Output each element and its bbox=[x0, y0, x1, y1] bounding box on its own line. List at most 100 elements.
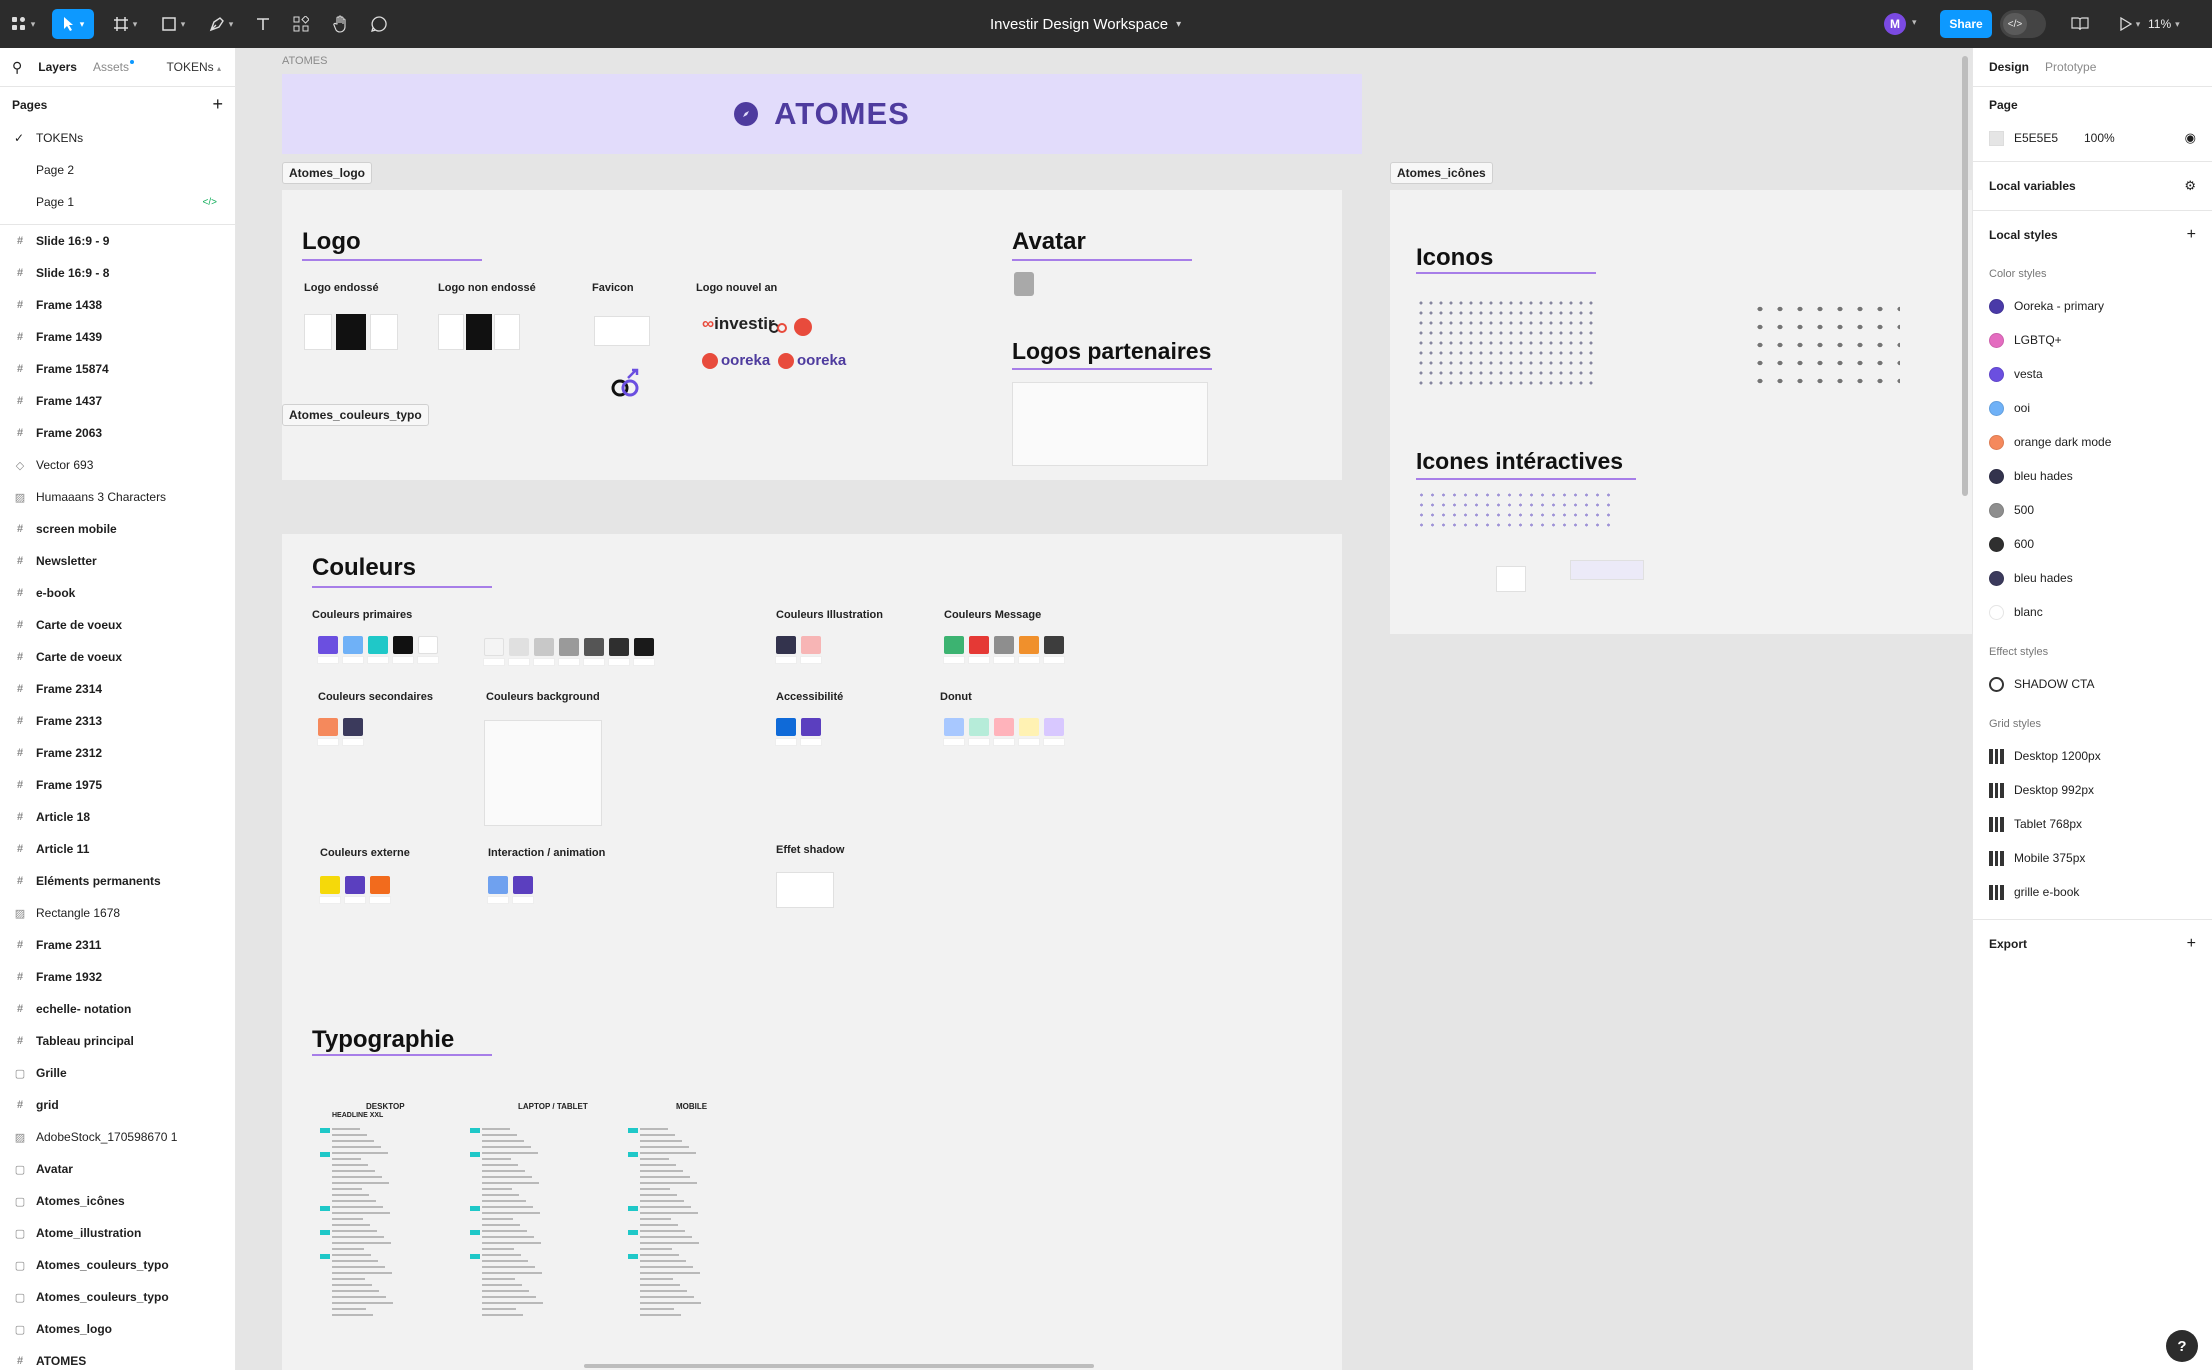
color-style-item[interactable]: ooi bbox=[1973, 391, 2212, 425]
sliders-icon[interactable]: ⚙ bbox=[2184, 178, 2196, 194]
eye-icon[interactable]: ◉ bbox=[2185, 130, 2196, 146]
icones-frame[interactable]: Iconos Icones intéractives bbox=[1390, 190, 1972, 634]
page-opacity-value[interactable]: 100% bbox=[2084, 131, 2115, 145]
layer-item[interactable]: # Eléments permanents bbox=[0, 865, 235, 897]
layer-item[interactable]: ▢ Atomes_logo bbox=[0, 1313, 235, 1345]
comment-icon[interactable] bbox=[366, 9, 392, 39]
share-button[interactable]: Share bbox=[1940, 10, 1992, 38]
layer-item[interactable]: # screen mobile bbox=[0, 513, 235, 545]
effect-style-item[interactable]: SHADOW CTA bbox=[1973, 667, 2212, 701]
layer-item[interactable]: ▢ Atomes_couleurs_typo bbox=[0, 1249, 235, 1281]
page-item-page-1[interactable]: Page 1 </> bbox=[0, 186, 235, 218]
color-style-item[interactable]: Ooreka - primary bbox=[1973, 289, 2212, 323]
color-style-item[interactable]: blanc bbox=[1973, 595, 2212, 629]
layer-item[interactable]: ▢ Atomes_couleurs_typo bbox=[0, 1281, 235, 1313]
layer-item[interactable]: # Frame 1438 bbox=[0, 289, 235, 321]
atomes-banner[interactable]: ATOMES bbox=[282, 74, 1362, 154]
grid-style-item[interactable]: Desktop 1200px bbox=[1973, 739, 2212, 773]
layer-item[interactable]: # Article 11 bbox=[0, 833, 235, 865]
layer-item[interactable]: # Slide 16:9 - 9 bbox=[0, 225, 235, 257]
frame-tag-icones[interactable]: Atomes_icônes bbox=[1390, 162, 1493, 184]
color-style-item[interactable]: 600 bbox=[1973, 527, 2212, 561]
file-title[interactable]: Investir Design Workspace ▾ bbox=[990, 0, 1181, 48]
color-style-item[interactable]: bleu hades bbox=[1973, 459, 2212, 493]
layer-item[interactable]: # Tableau principal bbox=[0, 1025, 235, 1057]
layer-item[interactable]: # Slide 16:9 - 8 bbox=[0, 257, 235, 289]
grid-style-item[interactable]: Desktop 992px bbox=[1973, 773, 2212, 807]
layer-item[interactable]: # Frame 2063 bbox=[0, 417, 235, 449]
dev-mode-toggle[interactable]: </> bbox=[2000, 10, 2046, 38]
grid-style-item[interactable]: Mobile 375px bbox=[1973, 841, 2212, 875]
add-style-icon[interactable]: + bbox=[2187, 226, 2196, 244]
move-tool-icon[interactable]: ▾ bbox=[52, 9, 94, 39]
export-section[interactable]: Export + bbox=[1973, 919, 2212, 968]
tab-prototype[interactable]: Prototype bbox=[2045, 60, 2096, 74]
help-button[interactable]: ? bbox=[2166, 1330, 2198, 1362]
layer-item[interactable]: # Newsletter bbox=[0, 545, 235, 577]
user-avatar[interactable]: M bbox=[1884, 13, 1906, 35]
frame-tool-icon[interactable]: ▾ bbox=[106, 9, 144, 39]
couleurs-frame[interactable]: Couleurs Couleurs primaires Couleurs Ill… bbox=[282, 534, 1342, 1370]
layer-item[interactable]: # Frame 2314 bbox=[0, 673, 235, 705]
layer-item[interactable]: ▢ Avatar bbox=[0, 1153, 235, 1185]
layer-item[interactable]: # Article 18 bbox=[0, 801, 235, 833]
layer-item[interactable]: # Frame 15874 bbox=[0, 353, 235, 385]
layer-item[interactable]: ▢ Atome_illustration bbox=[0, 1217, 235, 1249]
search-icon[interactable]: ⚲ bbox=[12, 59, 22, 76]
layer-item[interactable]: # Carte de voeux bbox=[0, 641, 235, 673]
hand-tool-icon[interactable] bbox=[328, 9, 354, 39]
page-item-page-2[interactable]: Page 2 bbox=[0, 154, 235, 186]
zoom-control[interactable]: 11% ▾ bbox=[2148, 0, 2180, 48]
section-label[interactable]: ATOMES bbox=[282, 55, 327, 67]
local-variables-row[interactable]: Local variables ⚙ bbox=[1973, 162, 2212, 210]
tab-assets[interactable]: Assets bbox=[93, 60, 134, 74]
page-selector[interactable]: TOKENs ▴ bbox=[167, 60, 221, 74]
layer-item[interactable]: # Frame 1437 bbox=[0, 385, 235, 417]
local-variables-section[interactable]: Local variables ⚙ bbox=[1973, 161, 2212, 210]
page-color-swatch[interactable] bbox=[1989, 130, 2004, 146]
grid-style-item[interactable]: Tablet 768px bbox=[1973, 807, 2212, 841]
layer-item[interactable]: # Frame 1439 bbox=[0, 321, 235, 353]
layer-item[interactable]: ▨ AdobeStock_170598670 1 bbox=[0, 1121, 235, 1153]
layer-item[interactable]: # Frame 1932 bbox=[0, 961, 235, 993]
frame-tag-logo[interactable]: Atomes_logo bbox=[282, 162, 373, 184]
layer-item[interactable]: # Frame 2311 bbox=[0, 929, 235, 961]
resources-icon[interactable] bbox=[288, 9, 314, 39]
layer-item[interactable]: # Frame 2313 bbox=[0, 705, 235, 737]
page-item-tokens[interactable]: ✓ TOKENs bbox=[0, 122, 235, 154]
add-page-icon[interactable]: + bbox=[212, 94, 223, 115]
color-style-item[interactable]: 500 bbox=[1973, 493, 2212, 527]
export-header[interactable]: Export + bbox=[1973, 920, 2212, 968]
present-icon[interactable]: ▾ bbox=[2114, 9, 2146, 39]
layer-item[interactable]: # e-book bbox=[0, 577, 235, 609]
layer-item[interactable]: ▢ Atomes_icônes bbox=[0, 1185, 235, 1217]
layer-item[interactable]: # Carte de voeux bbox=[0, 609, 235, 641]
layer-item[interactable]: ▨ Humaaans 3 Characters bbox=[0, 481, 235, 513]
color-style-item[interactable]: bleu hades bbox=[1973, 561, 2212, 595]
color-style-item[interactable]: orange dark mode bbox=[1973, 425, 2212, 459]
color-style-item[interactable]: vesta bbox=[1973, 357, 2212, 391]
layer-item[interactable]: # grid bbox=[0, 1089, 235, 1121]
layer-item[interactable]: # ATOMES bbox=[0, 1345, 235, 1370]
main-menu-icon[interactable]: ▾ bbox=[8, 9, 38, 39]
canvas[interactable]: ATOMES ATOMES Atomes_logo Logo Logo endo… bbox=[236, 48, 1972, 1370]
shape-tool-icon[interactable]: ▾ bbox=[154, 9, 192, 39]
text-tool-icon[interactable] bbox=[250, 9, 276, 39]
chevron-down-icon[interactable]: ▾ bbox=[1912, 17, 1917, 28]
grid-style-item[interactable]: grille e-book bbox=[1973, 875, 2212, 909]
layer-item[interactable]: ▢ Grille bbox=[0, 1057, 235, 1089]
logo-frame[interactable]: Logo Logo endossé Logo non endossé Favic… bbox=[282, 190, 1342, 480]
add-export-icon[interactable]: + bbox=[2187, 935, 2196, 953]
library-icon[interactable] bbox=[2066, 9, 2094, 39]
tab-layers[interactable]: Layers bbox=[38, 60, 77, 74]
vertical-scrollbar[interactable] bbox=[1962, 56, 1968, 496]
pen-tool-icon[interactable]: ▾ bbox=[202, 9, 240, 39]
horizontal-scrollbar[interactable] bbox=[584, 1364, 1094, 1368]
frame-tag-couleurs[interactable]: Atomes_couleurs_typo bbox=[282, 404, 429, 426]
layer-item[interactable]: # Frame 2312 bbox=[0, 737, 235, 769]
page-color-row[interactable]: E5E5E5 100% ◉ bbox=[1973, 123, 2212, 153]
layer-item[interactable]: # Frame 1975 bbox=[0, 769, 235, 801]
layer-item[interactable]: ▨ Rectangle 1678 bbox=[0, 897, 235, 929]
layer-item[interactable]: ◇ Vector 693 bbox=[0, 449, 235, 481]
page-color-value[interactable]: E5E5E5 bbox=[2014, 131, 2074, 145]
